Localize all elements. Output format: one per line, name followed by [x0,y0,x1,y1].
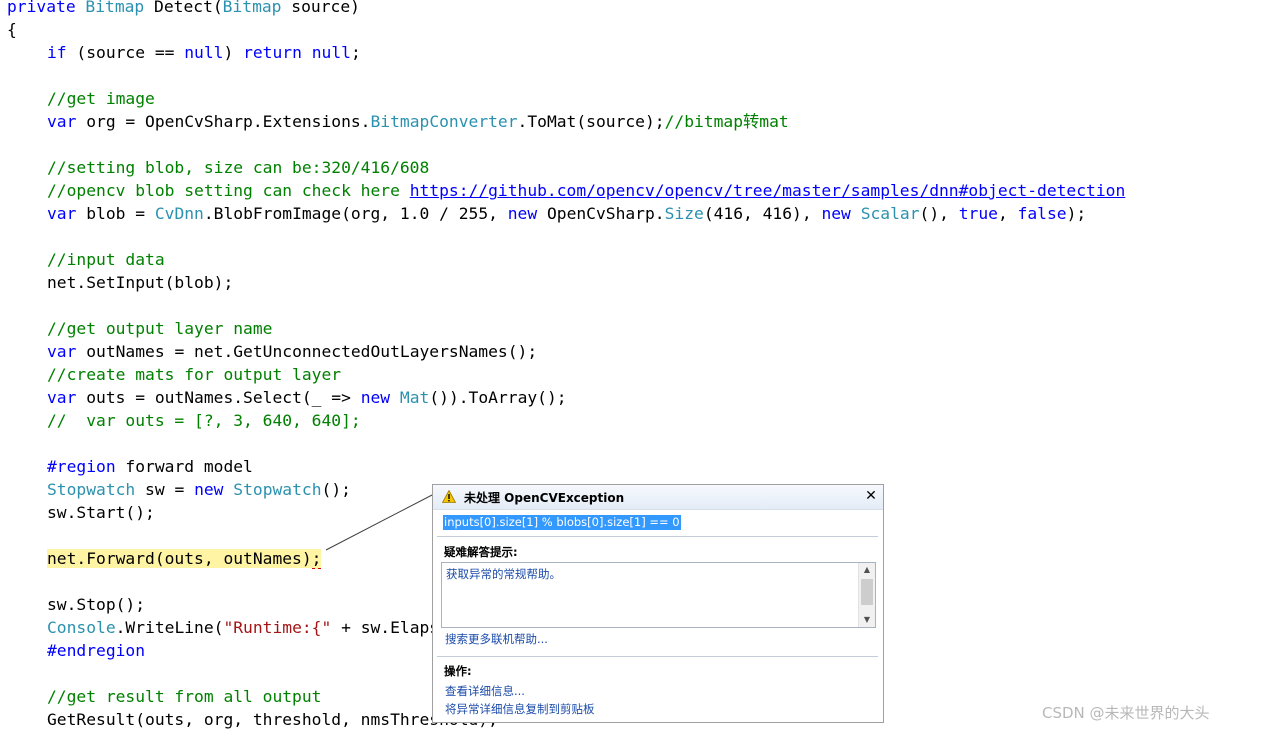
troubleshooting-tips-list[interactable]: 获取异常的常规帮助。 ▲ ▼ [441,562,876,628]
view-details-link[interactable]: 查看详细信息... [445,683,525,699]
tips-scrollbar[interactable]: ▲ ▼ [858,563,875,627]
watermark: CSDN @未来世界的大头 [1042,704,1210,722]
actions-heading: 操作: [444,664,472,678]
dialog-title: 未处理 OpenCVException [464,491,625,505]
scroll-up-icon[interactable]: ▲ [859,563,875,577]
exception-message[interactable]: inputs[0].size[1] % blobs[0].size[1] == … [443,515,681,530]
divider [437,656,878,657]
warning-icon [442,490,456,503]
divider [437,536,878,537]
general-help-link[interactable]: 获取异常的常规帮助。 [446,566,561,582]
troubleshooting-tips-heading: 疑难解答提示: [444,545,518,559]
close-button[interactable]: ✕ [863,488,879,504]
dialog-title-bar: 未处理 OpenCVException ✕ [433,485,883,510]
scroll-down-icon[interactable]: ▼ [859,613,875,627]
search-online-help-link[interactable]: 搜索更多联机帮助... [445,631,548,647]
copy-exception-link[interactable]: 将异常详细信息复制到剪贴板 [445,701,595,717]
scroll-thumb[interactable] [861,579,873,605]
exception-assistant-dialog: 未处理 OpenCVException ✕ inputs[0].size[1] … [432,484,884,723]
